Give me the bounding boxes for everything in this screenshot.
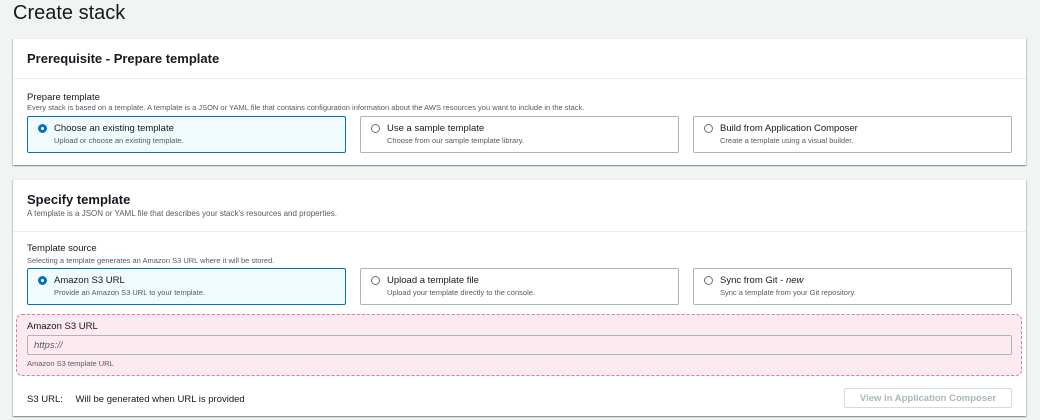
radio-button-selected[interactable] (38, 124, 47, 133)
s3-url-row: S3 URL: Will be generated when URL is pr… (27, 394, 245, 405)
option-label: Upload a template file (387, 275, 479, 286)
specify-template-description: A template is a JSON or YAML file that d… (27, 209, 337, 218)
option-description: Create a template using a visual builder… (720, 136, 854, 145)
specify-template-panel-title: Specify template (27, 192, 131, 207)
prerequisite-panel-header: Prerequisite - Prepare template (13, 39, 1026, 79)
amazon-s3-url-input[interactable] (27, 335, 1012, 355)
option-description: Provide an Amazon S3 URL to your templat… (54, 288, 206, 297)
prepare-template-description: Every stack is based on a template. A te… (27, 103, 585, 112)
option-amazon-s3-url[interactable]: Amazon S3 URL Provide an Amazon S3 URL t… (27, 268, 346, 305)
radio-button-selected[interactable] (38, 276, 47, 285)
option-upload-template-file[interactable]: Upload a template file Upload your templ… (360, 268, 679, 305)
option-description: Upload your template directly to the con… (387, 288, 535, 297)
s3-url-key: S3 URL: (27, 394, 63, 405)
option-description: Upload or choose an existing template. (54, 136, 184, 145)
radio-button[interactable] (371, 276, 380, 285)
amazon-s3-url-field-group: Amazon S3 URL Amazon S3 template URL (16, 314, 1022, 376)
option-label: Choose an existing template (54, 123, 174, 134)
template-source-label: Template source (27, 243, 97, 254)
option-label: Build from Application Composer (720, 123, 858, 134)
option-label: Sync from Git - new (720, 275, 804, 286)
specify-template-panel: Specify template A template is a JSON or… (13, 179, 1026, 416)
option-build-from-application-composer[interactable]: Build from Application Composer Create a… (693, 116, 1012, 153)
option-description: Choose from our sample template library. (387, 136, 524, 145)
option-choose-existing-template[interactable]: Choose an existing template Upload or ch… (27, 116, 346, 153)
prerequisite-panel-title: Prerequisite - Prepare template (27, 51, 220, 66)
option-description: Sync a template from your Git repository… (720, 288, 856, 297)
new-badge: new (785, 275, 804, 286)
specify-template-panel-header: Specify template A template is a JSON or… (13, 180, 1026, 232)
prepare-template-label: Prepare template (27, 92, 100, 103)
option-sync-from-git[interactable]: Sync from Git - new Sync a template from… (693, 268, 1012, 305)
view-in-application-composer-button[interactable]: View in Application Composer (844, 388, 1012, 408)
s3-url-value: Will be generated when URL is provided (75, 394, 245, 405)
radio-button[interactable] (704, 276, 713, 285)
radio-button[interactable] (371, 124, 380, 133)
option-label: Amazon S3 URL (54, 275, 125, 286)
amazon-s3-url-label: Amazon S3 URL (27, 321, 98, 332)
option-use-sample-template[interactable]: Use a sample template Choose from our sa… (360, 116, 679, 153)
option-label: Use a sample template (387, 123, 485, 134)
page-title: Create stack (13, 2, 126, 24)
template-source-description: Selecting a template generates an Amazon… (27, 256, 275, 265)
prerequisite-panel: Prerequisite - Prepare template Prepare … (13, 38, 1026, 165)
amazon-s3-url-hint: Amazon S3 template URL (27, 359, 114, 368)
radio-button[interactable] (704, 124, 713, 133)
